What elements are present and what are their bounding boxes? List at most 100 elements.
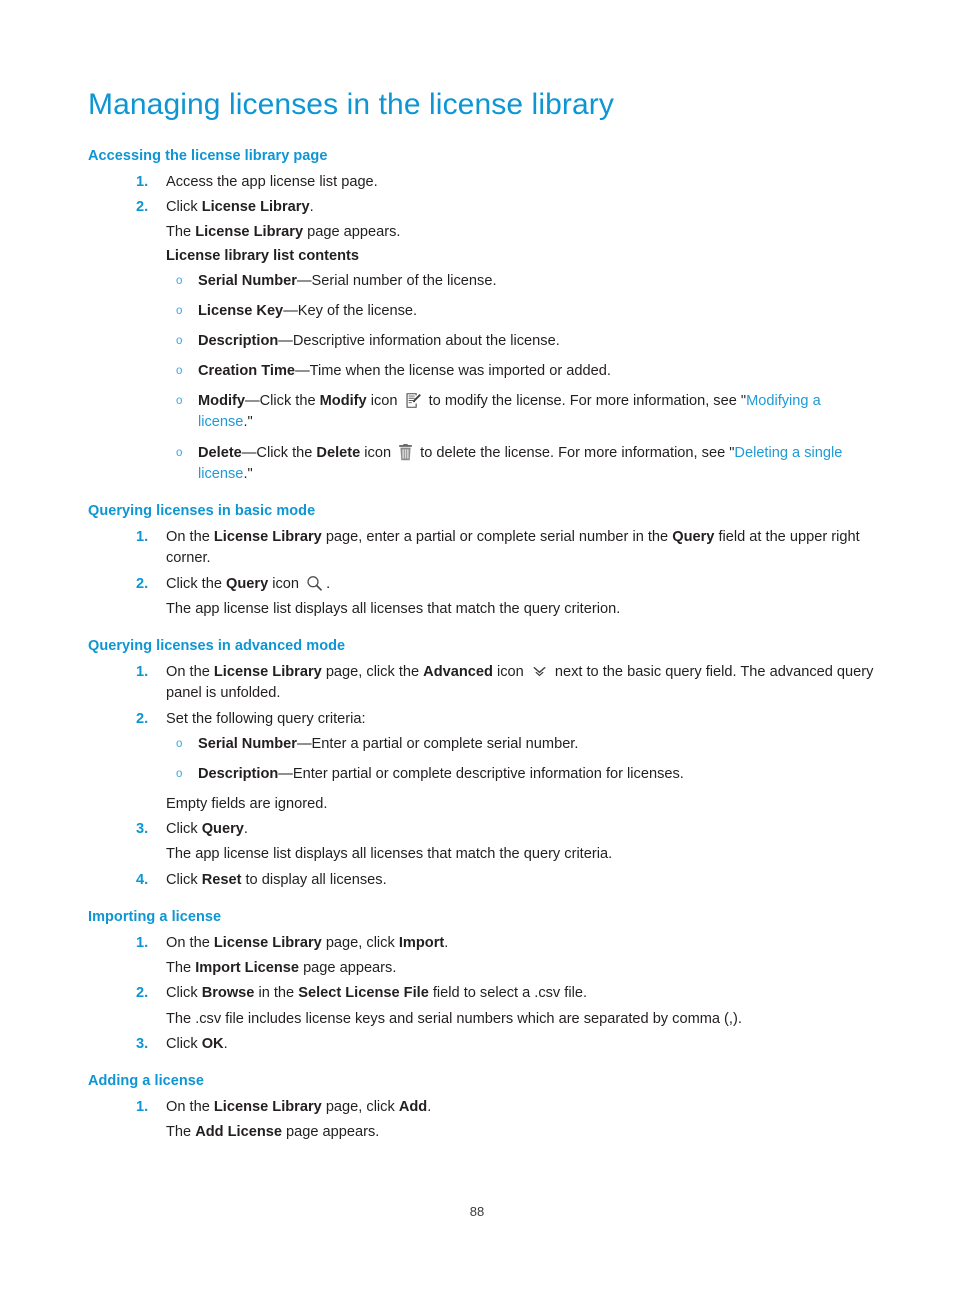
em-dash: —: [241, 444, 257, 461]
step-text-pre: On the: [166, 1099, 214, 1116]
step-text-post: field to select a .csv file.: [428, 985, 587, 1002]
ui-label-add: Add: [398, 1099, 428, 1116]
step-text-mid: icon: [268, 575, 304, 592]
step-text-mid: page, click the: [321, 664, 424, 681]
step-text-pre: Click: [166, 1035, 202, 1052]
term-description: Enter partial or complete descriptive in…: [292, 765, 684, 782]
circle-bullet-icon: o: [176, 304, 183, 317]
list-item: o Serial Number—Serial number of the lic…: [88, 271, 874, 292]
term-label: Description: [198, 765, 279, 782]
list-item: o Delete—Click the Delete icon to delete…: [88, 443, 874, 485]
step-number: 1.: [136, 935, 149, 952]
em-dash: —: [278, 765, 293, 782]
advanced-query-steps-list-cont: 3. Click Query.: [88, 819, 874, 840]
basic-query-steps-list: 1. On the License Library page, enter a …: [88, 527, 874, 594]
step-number: 1.: [136, 664, 149, 681]
list-item: 3. Click OK.: [88, 1034, 874, 1055]
advanced-query-steps-list-reset: 4. Click Reset to display all licenses.: [88, 870, 874, 891]
ui-label-query: Query: [672, 529, 715, 546]
note-pre: The: [166, 1124, 196, 1141]
list-item: 4. Click Reset to display all licenses.: [88, 870, 874, 891]
list-item: 1. On the License Library page, click th…: [88, 662, 874, 704]
document-page: Managing licenses in the license library…: [0, 0, 954, 1296]
ui-label-reset: Reset: [201, 871, 242, 888]
section-heading-importing: Importing a license: [88, 908, 222, 925]
step-text-post: .: [309, 199, 314, 216]
circle-bullet-icon: o: [176, 365, 183, 378]
step-text: Click OK.: [166, 1036, 228, 1052]
step-text: Set the following query criteria:: [166, 710, 366, 727]
step-text: On the License Library page, enter a par…: [166, 529, 860, 566]
step-number: 1.: [136, 529, 149, 546]
adding-steps-list: 1. On the License Library page, click Ad…: [88, 1097, 874, 1118]
list-item: o Modify—Click the Modify icon to modify…: [88, 391, 874, 433]
list-item: 2. Click Browse in the Select License Fi…: [88, 983, 874, 1004]
item-text-mid: icon: [366, 393, 402, 410]
step-text-post: .: [444, 935, 449, 952]
term-label: Description: [198, 332, 279, 349]
circle-bullet-icon: o: [176, 395, 183, 408]
step-text-post: to display all licenses.: [241, 871, 387, 888]
csv-format-note: The .csv file includes license keys and …: [166, 1010, 742, 1027]
step-text-pre: Click: [166, 199, 202, 216]
step-text-pre: Click the: [166, 575, 227, 592]
license-library-appears-note: The License Library page appears.: [88, 222, 874, 243]
step-text-pre: Click: [166, 871, 202, 888]
page-title: Managing licenses in the license library: [88, 88, 614, 121]
step-text-pre: On the: [166, 529, 214, 546]
step-text: On the License Library page, click the A…: [166, 664, 873, 701]
step-text-pre: Click: [166, 985, 202, 1002]
step-number: 1.: [136, 173, 149, 190]
ui-label-import: Import: [398, 935, 445, 952]
section-heading-adding: Adding a license: [88, 1072, 205, 1089]
step-number: 2.: [136, 985, 149, 1002]
page-number: 88: [469, 1204, 485, 1219]
step-text: Click Query.: [166, 821, 248, 837]
step-text: Click License Library.: [166, 199, 314, 215]
ui-label-query: Query: [226, 575, 269, 592]
term-label: Modify: [198, 393, 246, 410]
ui-label-query: Query: [201, 821, 244, 838]
term-label: Delete: [198, 444, 242, 461]
list-item: 1. On the License Library page, enter a …: [88, 527, 874, 569]
trash-icon: [398, 443, 413, 461]
step-text: Click Browse in the Select License File …: [166, 985, 587, 1001]
note-pre: The: [166, 224, 196, 241]
license-library-contents-list: o Serial Number—Serial number of the lic…: [88, 271, 874, 485]
ui-label-license-library: License Library: [213, 1099, 322, 1116]
section-heading-advanced-query: Querying licenses in advanced mode: [88, 637, 346, 654]
term-label: Creation Time: [198, 363, 296, 380]
chevron-double-down-icon: [531, 665, 548, 680]
item-text-end: .": [243, 465, 253, 482]
list-item: o License Key—Key of the license.: [88, 301, 874, 322]
item-text-pre: Click the: [256, 444, 317, 461]
note-pre: The: [166, 960, 196, 977]
em-dash: —: [296, 272, 312, 289]
step-text-post: .: [223, 1035, 228, 1052]
step-text-mid: in the: [254, 985, 299, 1002]
section-heading-basic-query: Querying licenses in basic mode: [88, 502, 316, 519]
list-item: o Description—Enter partial or complete …: [88, 764, 874, 785]
advanced-query-steps-list: 1. On the License Library page, click th…: [88, 662, 874, 729]
em-dash: —: [296, 735, 312, 752]
empty-fields-note: Empty fields are ignored.: [166, 796, 328, 813]
em-dash: —: [295, 363, 310, 380]
term-description: Time when the license was imported or ad…: [309, 363, 611, 380]
term-label: License Key: [198, 302, 284, 319]
item-text-after: to modify the license. For more informat…: [424, 393, 747, 410]
em-dash: —: [283, 302, 298, 319]
list-contents-label: License library list contents: [88, 246, 874, 267]
circle-bullet-icon: o: [176, 446, 183, 459]
em-dash: —: [278, 332, 293, 349]
note-post: page appears.: [281, 1124, 380, 1141]
import-license-appears-note: The Import License page appears.: [88, 958, 874, 979]
ui-label-license-library: License Library: [213, 935, 322, 952]
step-number: 4.: [136, 871, 149, 888]
add-license-appears-note: The Add License page appears.: [88, 1122, 874, 1143]
ui-label-import-license: Import License: [195, 960, 300, 977]
importing-steps-list-3: 3. Click OK.: [88, 1034, 874, 1055]
ui-label-license-library: License Library: [213, 664, 322, 681]
step-text-mid: page, click: [321, 1099, 399, 1116]
step-text: On the License Library page, click Add.: [166, 1099, 431, 1115]
term-description: Enter a partial or complete serial numbe…: [311, 735, 579, 752]
